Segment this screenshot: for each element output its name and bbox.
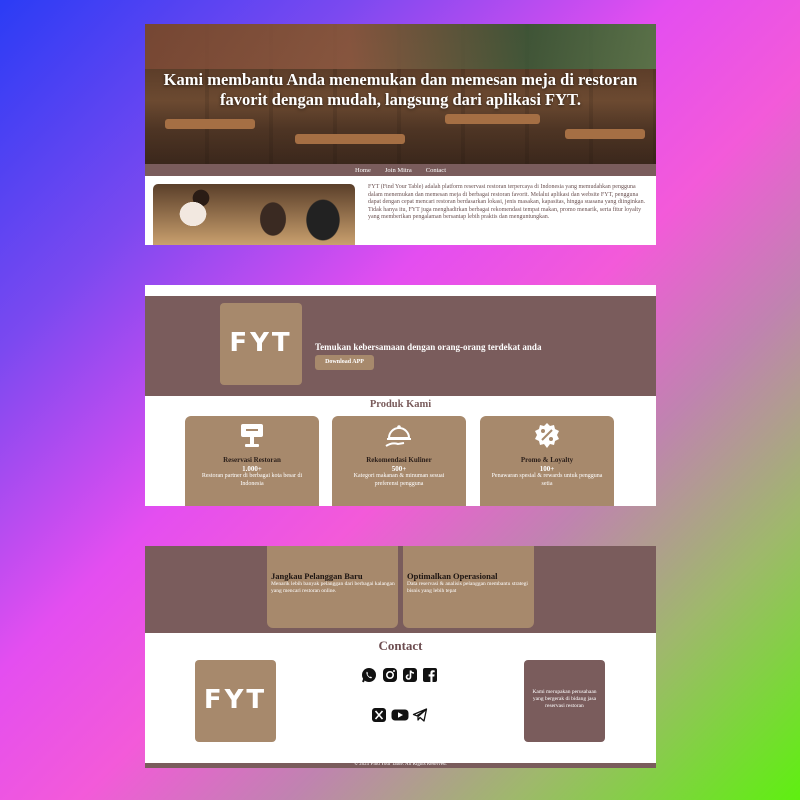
product-desc: Restoran partner di berbagai kota besar … bbox=[201, 473, 303, 487]
hero-title: Kami membantu Anda menemukan dan memesan… bbox=[163, 70, 638, 109]
restaurant-sign-icon bbox=[241, 424, 263, 447]
nav-contact[interactable]: Contact bbox=[426, 167, 446, 174]
main-nav: Home Join Mitra Contact bbox=[145, 164, 656, 176]
product-count: 500+ bbox=[391, 465, 407, 473]
facebook-icon[interactable] bbox=[422, 667, 438, 683]
download-tagline: Temukan kebersamaan dengan orang-orang t… bbox=[315, 342, 542, 352]
product-card-culinary: Rekomendasi Kuliner 500+ Kategori makana… bbox=[332, 416, 466, 506]
youtube-icon[interactable] bbox=[391, 707, 409, 723]
benefit-desc: Data reservasi & analisis pelanggan memb… bbox=[407, 581, 528, 594]
benefits-band: Jangkau Pelanggan Baru Menarik lebih ban… bbox=[145, 546, 656, 633]
tiktok-icon[interactable] bbox=[402, 667, 418, 683]
telegram-icon[interactable] bbox=[412, 707, 428, 723]
footer-copyright: © 2025 Find Your Table. All Rights Reser… bbox=[354, 762, 447, 767]
product-card-promo: Promo & Loyalty 100+ Penawaran spesial &… bbox=[480, 416, 614, 506]
product-title: Rekomendasi Kuliner bbox=[366, 456, 432, 464]
download-app-button[interactable]: Download APP bbox=[315, 355, 374, 370]
brand-logo: FYT bbox=[220, 303, 302, 385]
about-text: FYT (Find Your Table) adalah platform re… bbox=[368, 184, 646, 221]
download-banner: FYT Temukan kebersamaan dengan orang-ora… bbox=[145, 296, 656, 396]
nav-home[interactable]: Home bbox=[355, 167, 371, 174]
product-desc: Penawaran spesial & rewards untuk penggu… bbox=[491, 473, 603, 487]
x-icon[interactable] bbox=[371, 707, 387, 723]
product-title: Promo & Loyalty bbox=[520, 456, 574, 464]
company-description-box: Kami merupakan perusahaan yang bergerak … bbox=[524, 660, 605, 742]
discount-badge-icon bbox=[535, 423, 559, 448]
products-panel: FYT Temukan kebersamaan dengan orang-ora… bbox=[145, 285, 656, 506]
product-title: Reservasi Restoran bbox=[223, 456, 281, 464]
nav-join-mitra[interactable]: Join Mitra bbox=[385, 167, 412, 174]
about-photo bbox=[153, 184, 355, 245]
hero-panel: Kami membantu Anda menemukan dan memesan… bbox=[145, 24, 656, 245]
product-desc: Kategori makanan & minuman sesuai prefer… bbox=[353, 473, 445, 487]
product-count: 100+ bbox=[539, 465, 555, 473]
benefit-card: Jangkau Pelanggan Baru Menarik lebih ban… bbox=[267, 546, 398, 628]
food-cloche-icon bbox=[385, 425, 411, 447]
benefit-title: Optimalkan Operasional bbox=[407, 571, 498, 581]
company-description: Kami merupakan perusahaan yang bergerak … bbox=[532, 689, 597, 709]
product-count: 1.000+ bbox=[242, 465, 262, 473]
benefit-title: Jangkau Pelanggan Baru bbox=[271, 571, 363, 581]
contact-panel: Jangkau Pelanggan Baru Menarik lebih ban… bbox=[145, 546, 656, 768]
hero-banner-image: Kami membantu Anda menemukan dan memesan… bbox=[145, 24, 656, 164]
instagram-icon[interactable] bbox=[382, 667, 398, 683]
contact-title: Contact bbox=[378, 638, 423, 653]
products-title: Produk Kami bbox=[369, 399, 432, 410]
brand-logo: FYT bbox=[195, 660, 276, 742]
benefit-desc: Menarik lebih banyak pelanggan dari berb… bbox=[271, 581, 395, 594]
product-card-reservation: Reservasi Restoran 1.000+ Restoran partn… bbox=[185, 416, 319, 506]
whatsapp-icon[interactable] bbox=[361, 667, 377, 683]
footer: © 2025 Find Your Table. All Rights Reser… bbox=[145, 762, 656, 768]
benefit-card: Optimalkan Operasional Data reservasi & … bbox=[403, 546, 534, 628]
